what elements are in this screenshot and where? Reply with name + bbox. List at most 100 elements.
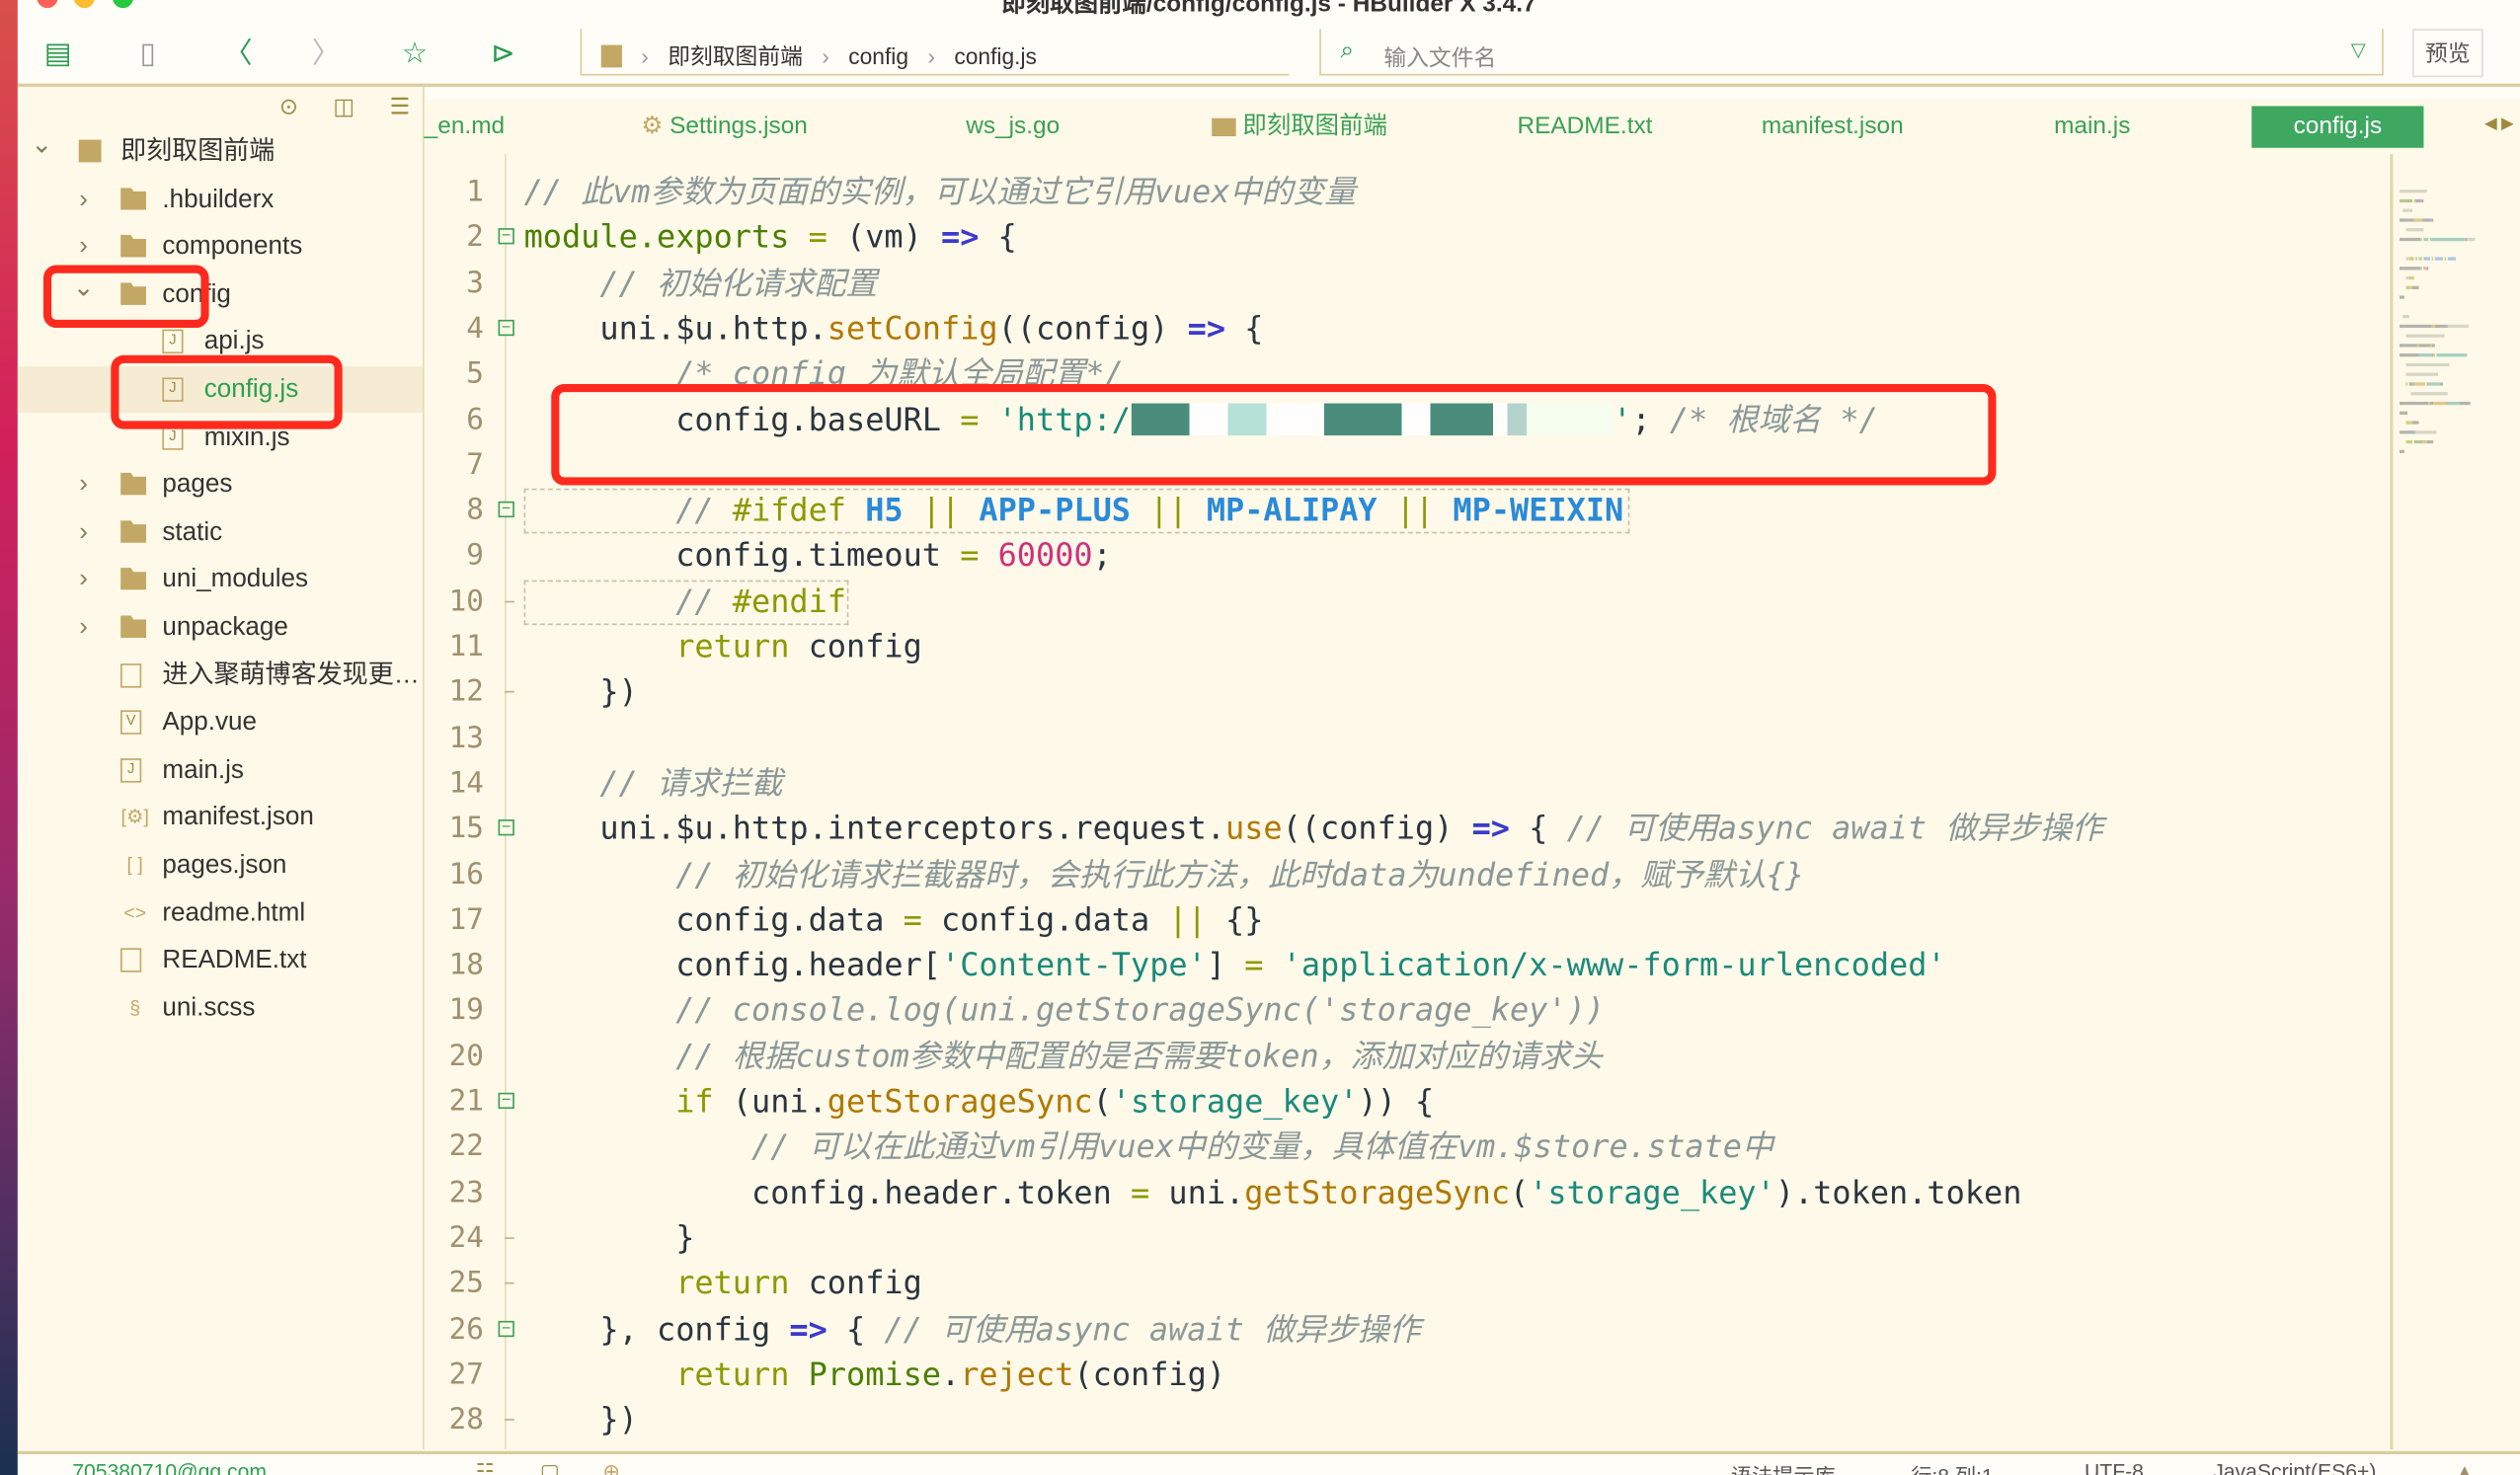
menu-icon[interactable]: ☰ — [390, 93, 410, 118]
minimap[interactable] — [2390, 154, 2520, 1450]
code-line[interactable]: 26− }, config => { // 可使用async await 做异步… — [425, 1307, 2389, 1353]
code-line[interactable]: 15− uni.$u.http.interceptors.request.use… — [425, 807, 2389, 852]
fold-toggle-icon[interactable]: − — [498, 228, 514, 245]
tab-en-md[interactable]: _en.md — [425, 106, 505, 147]
code-line[interactable]: 27 return Promise.reject(config) — [425, 1353, 2389, 1398]
chevron-right-icon[interactable]: › — [72, 461, 95, 507]
tree-item[interactable]: [ ] pages.json — [18, 842, 423, 889]
preview-button[interactable]: 预览 — [2412, 29, 2483, 78]
fold-end-marker — [505, 600, 514, 602]
code-line[interactable]: 2− module.exports = (vm) => { — [425, 216, 2389, 262]
tab-[interactable]: ▆ 即刻取图前端 — [1212, 106, 1387, 147]
code-content: // 根据custom参数中配置的是否需要token，添加对应的请求头 — [524, 1035, 1603, 1080]
save-icon[interactable]: ▯ — [130, 36, 166, 71]
tab-main-js[interactable]: main.js — [2054, 106, 2130, 147]
tab-scroll-arrows-icon[interactable]: ◀ ▶ — [2484, 116, 2514, 133]
code-line[interactable]: 22 // 可以在此通过vm引用vuex中的变量，具体值在vm.$store.s… — [425, 1126, 2389, 1171]
file-search-input[interactable]: ⌕ 输入文件名 ▽ — [1319, 29, 2384, 76]
folder-icon — [120, 472, 147, 496]
tree-item-label: 进入聚萌博客发现更… — [162, 660, 420, 689]
notification-icon[interactable]: ▲ — [2454, 1459, 2475, 1475]
new-file-icon[interactable]: ▤ — [40, 36, 76, 71]
tree-item[interactable]: <> readme.html — [18, 890, 423, 936]
tab-settings-json[interactable]: ⚙ Settings.json — [641, 106, 807, 147]
tree-item[interactable]: › pages — [18, 461, 423, 507]
breadcrumb-item[interactable]: config — [848, 43, 908, 69]
code-line[interactable]: 12 }) — [425, 670, 2389, 716]
chevron-down-icon[interactable]: ⌄ — [31, 122, 53, 169]
line-number: 11 — [448, 630, 484, 664]
code-line[interactable]: 1 // 此vm参数为页面的实例，可以通过它引用vuex中的变量 — [425, 171, 2389, 216]
operator: || — [1149, 492, 1188, 529]
language-label[interactable]: JavaScript(ES6+) — [2213, 1459, 2376, 1475]
fold-toggle-icon[interactable]: − — [498, 1092, 514, 1110]
encoding-label[interactable]: UTF-8 — [2085, 1459, 2144, 1475]
tree-item[interactable]: V App.vue — [18, 699, 423, 745]
code-line[interactable]: 20 // 根据custom参数中配置的是否需要token，添加对应的请求头 — [425, 1035, 2389, 1080]
chevron-right-icon[interactable]: › — [72, 509, 95, 556]
tree-item[interactable]: › uni_modules — [18, 557, 423, 603]
chevron-right-icon[interactable]: › — [72, 604, 95, 651]
syntax-hint-label[interactable]: 语法提示库 — [1731, 1459, 1836, 1475]
code-line[interactable]: 16 // 初始化请求拦截器时，会执行此方法，此时data为undefined，… — [425, 852, 2389, 897]
line-number: 22 — [448, 1129, 484, 1164]
code-line[interactable]: 8− // #ifdef H5 || APP-PLUS || MP-ALIPAY… — [425, 488, 2389, 534]
globe-icon[interactable]: ⊕ — [602, 1459, 620, 1475]
code-line[interactable]: 11 return config — [425, 625, 2389, 670]
forward-icon[interactable]: 〉 — [308, 36, 344, 71]
fold-toggle-icon[interactable]: − — [498, 1320, 514, 1337]
code-line[interactable]: 9 config.timeout = 60000; — [425, 534, 2389, 580]
star-icon[interactable]: ☆ — [397, 36, 433, 71]
code-editor[interactable]: 1// 此vm参数为页面的实例，可以通过它引用vuex中的变量 2− module.… — [424, 154, 2389, 1450]
chevron-right-icon[interactable]: › — [72, 224, 95, 271]
code-line[interactable]: 18 config.header['Content-Type'] = 'appl… — [425, 944, 2389, 989]
code-line[interactable]: 4− uni.$u.http.setConfig((config) => { — [425, 307, 2389, 352]
tree-item[interactable]: › .hbuilderx — [18, 176, 423, 222]
account-label[interactable]: 705380710@qq.com — [72, 1459, 267, 1475]
back-icon[interactable]: 〈 — [220, 36, 256, 71]
code-line[interactable]: 17 config.data = config.data || {} — [425, 897, 2389, 943]
chevron-right-icon[interactable]: › — [72, 557, 95, 603]
breadcrumb-item[interactable]: config.js — [954, 43, 1037, 69]
minimap-mark — [2400, 237, 2420, 242]
tree-item[interactable]: README.txt — [18, 937, 423, 983]
filter-icon[interactable]: ▽ — [2351, 39, 2366, 61]
fold-toggle-icon[interactable]: − — [498, 319, 514, 336]
tree-item[interactable]: 进入聚萌博客发现更… — [18, 652, 423, 698]
tree-item[interactable]: ⌄ 即刻取图前端 — [18, 128, 423, 175]
code-line[interactable]: 23 config.header.token = uni.getStorageS… — [425, 1171, 2389, 1216]
code-content: uni.$u.http.interceptors.request.use((co… — [524, 807, 2102, 852]
breadcrumb-item[interactable]: 即刻取图前端 — [668, 43, 803, 69]
tab-ws-js-go[interactable]: ws_js.go — [966, 106, 1060, 147]
collapse-icon[interactable]: ◫ — [333, 93, 354, 118]
tree-item[interactable]: › unpackage — [18, 604, 423, 651]
terminal-icon[interactable]: ▢ — [540, 1459, 560, 1475]
fold-toggle-icon[interactable]: − — [498, 501, 514, 518]
list-icon[interactable]: ☷ — [476, 1459, 495, 1475]
cursor-position[interactable]: 行:8 列:1 — [1911, 1459, 1993, 1475]
code-line[interactable]: 13 — [425, 716, 2389, 761]
fold-toggle-icon[interactable]: − — [498, 819, 514, 836]
code-line[interactable]: 25 return config — [425, 1262, 2389, 1307]
code-line[interactable]: 19 // console.log(uni.getStorageSync('st… — [425, 989, 2389, 1035]
locate-icon[interactable]: ⊙ — [279, 93, 298, 118]
code-line[interactable]: 21− if (uni.getStorageSync('storage_key'… — [425, 1080, 2389, 1126]
tree-item[interactable]: › static — [18, 509, 423, 556]
tree-item[interactable]: Jmain.js — [18, 747, 423, 794]
chevron-right-icon[interactable]: › — [72, 176, 95, 222]
code-line[interactable]: 10 // #endif — [425, 580, 2389, 625]
code-line[interactable]: 3 // 初始化请求配置 — [425, 262, 2389, 307]
tree-item[interactable]: [⚙] manifest.json — [18, 795, 423, 841]
tree-item[interactable]: › components — [18, 224, 423, 271]
tab-readme-txt[interactable]: README.txt — [1517, 106, 1652, 147]
tab-manifest-json[interactable]: manifest.json — [1762, 106, 1904, 147]
tree-item[interactable]: § uni.scss — [18, 984, 423, 1031]
code-line[interactable]: 24 } — [425, 1216, 2389, 1262]
code-line[interactable]: 28 }) — [425, 1398, 2389, 1443]
code-line[interactable]: 14 // 请求拦截 — [425, 761, 2389, 807]
tab-config-js[interactable]: config.js — [2251, 106, 2424, 148]
run-icon[interactable]: ⊳ — [486, 36, 521, 71]
line-number: 19 — [448, 993, 484, 1028]
